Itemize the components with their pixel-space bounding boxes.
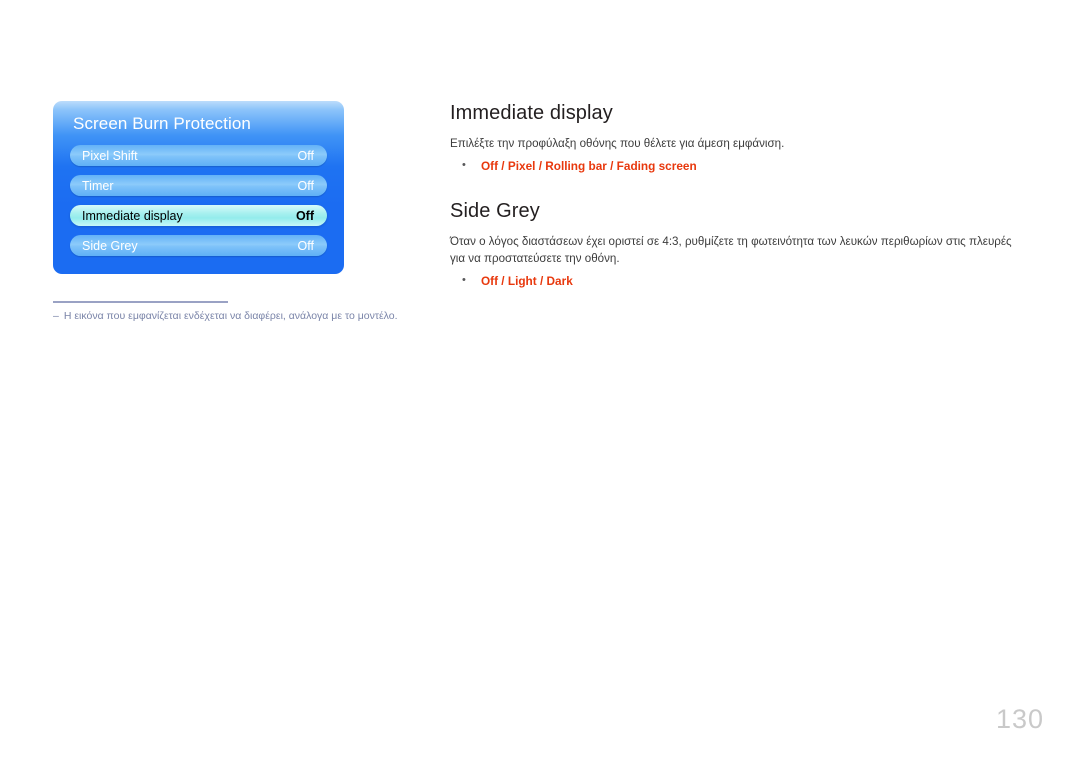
footnote: – Η εικόνα που εμφανίζεται ενδέχεται να δ… — [53, 310, 473, 322]
options-list: Off / Light / Dark — [450, 271, 1025, 291]
section-heading: Immediate display — [450, 102, 613, 124]
manual-page: Screen Burn Protection Pixel Shift Off T… — [0, 0, 1080, 763]
footnote-dash: – — [53, 310, 59, 322]
section-immediate-display: Immediate display Επιλέξτε την προφύλαξη… — [450, 100, 1025, 176]
osd-item-label: Side Grey — [82, 238, 138, 253]
osd-menu-title: Screen Burn Protection — [73, 114, 251, 133]
osd-menu-item-timer[interactable]: Timer Off — [70, 175, 327, 196]
section-description: Επιλέξτε την προφύλαξη οθόνης που θέλετε… — [450, 137, 785, 150]
options-item: Off / Pixel / Rolling bar / Fading scree… — [450, 156, 1025, 176]
options-item: Off / Light / Dark — [450, 271, 1025, 291]
osd-item-label: Immediate display — [82, 208, 183, 223]
osd-menu-item-pixel-shift[interactable]: Pixel Shift Off — [70, 145, 327, 166]
section-description: Όταν ο λόγος διαστάσεων έχει οριστεί σε … — [450, 234, 1012, 266]
section-side-grey: Side Grey Όταν ο λόγος διαστάσεων έχει ο… — [450, 198, 1025, 291]
osd-item-value: Off — [297, 178, 314, 193]
osd-item-label: Pixel Shift — [82, 148, 138, 163]
options-list: Off / Pixel / Rolling bar / Fading scree… — [450, 156, 1025, 176]
osd-item-value: Off — [297, 238, 314, 253]
osd-item-value: Off — [297, 148, 314, 163]
osd-menu-item-side-grey[interactable]: Side Grey Off — [70, 235, 327, 256]
osd-menu-list: Pixel Shift Off Timer Off Immediate disp… — [70, 145, 327, 256]
page-number: 130 — [995, 704, 1044, 734]
osd-item-value: Off — [295, 208, 314, 223]
osd-item-label: Timer — [82, 178, 114, 193]
footnote-text: Η εικόνα που εμφανίζεται ενδέχεται να δι… — [63, 310, 398, 322]
content-column: Immediate display Επιλέξτε την προφύλαξη… — [450, 100, 1025, 291]
section-heading: Side Grey — [450, 199, 540, 222]
osd-menu-item-immediate-display[interactable]: Immediate display Off — [70, 205, 327, 226]
osd-menu-panel: Screen Burn Protection Pixel Shift Off T… — [53, 101, 344, 274]
footnote-divider — [53, 301, 228, 303]
